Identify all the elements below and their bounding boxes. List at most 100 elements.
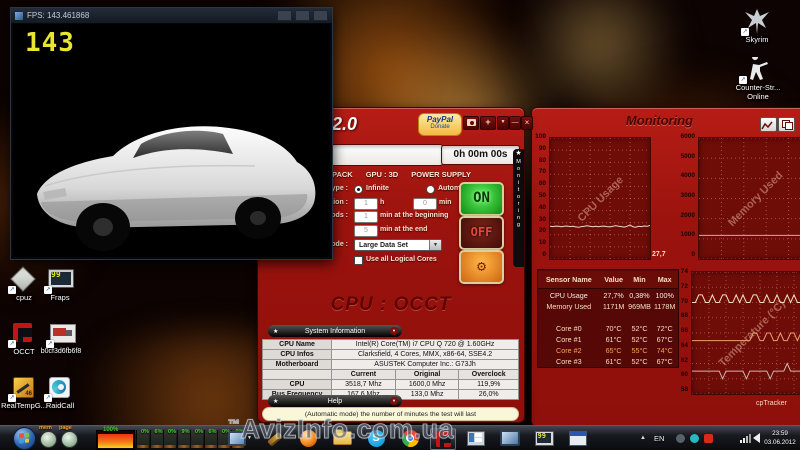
begin-period-input[interactable]: 1 (354, 211, 378, 223)
sysinfo-cell: 133,0 Mhz (394, 389, 460, 400)
axis-tick-label: 58 (680, 386, 688, 393)
move-button[interactable]: + (480, 116, 496, 130)
language-indicator[interactable]: EN (654, 426, 664, 450)
paypal-donate-button[interactable]: PayPal Donate (418, 113, 462, 136)
system-information-header[interactable]: ★ System Information ▼ (268, 325, 402, 337)
core-meter[interactable]: 0% (136, 429, 149, 448)
start-test-button[interactable]: ON (459, 182, 504, 216)
axis-tick-label: 90 (538, 144, 546, 152)
axis-tick-label: 66 (680, 327, 688, 334)
radio-automatic[interactable] (426, 185, 435, 194)
tray-icon-alert[interactable] (704, 426, 713, 450)
window-app-icon (467, 430, 485, 446)
duration-mins-input[interactable]: 0 (413, 198, 437, 210)
render-window-titlebar[interactable]: FPS: 143.461868 (11, 8, 332, 23)
sensor-header: Min (627, 271, 652, 289)
sysinfo-cell: 1600,0 Mhz (394, 379, 460, 390)
volume-control[interactable] (753, 426, 760, 450)
core-percent: 0% (141, 429, 149, 435)
core-percent: 9% (181, 429, 190, 435)
test-title: CPU : OCCT (330, 294, 452, 315)
maximize-button[interactable] (295, 10, 310, 21)
sensor-cell: 52°C (631, 335, 648, 344)
menu-dropdown-button[interactable]: ▼ (497, 116, 509, 130)
desktop-icon-file[interactable]: ↗ b0cf3d6fb6f8 (34, 320, 88, 356)
clock[interactable]: 23:59 03.06.2012 (762, 429, 798, 447)
sensor-cell: Core #2 (556, 346, 582, 355)
meter-ember (177, 445, 190, 448)
settings-button[interactable]: ⚙ (459, 250, 504, 284)
core-meter[interactable]: 0% (190, 429, 203, 448)
chart-options-button[interactable] (760, 117, 777, 132)
taskbar-monitor-app-button[interactable] (498, 428, 522, 448)
watermark-prefix: ™ (228, 417, 241, 432)
tab-gpu-3d[interactable]: GPU : 3D (366, 170, 399, 179)
desktop-icon-fraps[interactable]: 99 ↗ Fraps (36, 266, 84, 303)
copy-graphs-button[interactable] (778, 117, 795, 132)
show-hidden-icons[interactable]: ▲ (640, 426, 646, 450)
axis-tick-label: 62 (680, 356, 688, 364)
sysinfo-cell: CPU (261, 379, 333, 390)
taskbar-window-app-button[interactable] (464, 428, 488, 448)
car-3d-model (37, 126, 316, 251)
close-button[interactable] (313, 10, 328, 21)
minimize-button[interactable] (277, 10, 292, 21)
end-period-input[interactable]: 5 (354, 225, 378, 237)
help-header[interactable]: ★ Help ▼ (268, 395, 402, 407)
gear-icon: ⚙ (476, 257, 487, 275)
shortcut-arrow-icon: ↗ (741, 28, 749, 36)
page-gauge[interactable] (61, 431, 78, 448)
cpu-total-meter[interactable]: 100% (96, 427, 135, 450)
taskbar-fraps-button[interactable]: 99 (532, 428, 556, 448)
sensor-spacer (538, 314, 678, 321)
timer-field: 0h 00m 00s (441, 145, 520, 165)
screenshot-button[interactable] (463, 116, 479, 130)
help-label: Help (327, 397, 343, 405)
desktop-icon-skyrim[interactable]: ↗ Skyrim (733, 8, 781, 45)
camera-icon (466, 119, 476, 126)
monitoring-side-tab[interactable]: ★ Monitoring (513, 149, 524, 267)
cpu-chart-yaxis: 100 90 80 70 60 50 40 30 20 10 0 (532, 133, 546, 258)
start-button[interactable] (13, 427, 36, 450)
core-percent: 6% (154, 429, 163, 435)
logical-cores-checkbox[interactable] (354, 256, 363, 265)
core-meter[interactable]: 9% (176, 429, 190, 448)
tray-icon-raidcall[interactable] (690, 426, 699, 450)
core-meter[interactable]: 6% (203, 429, 217, 448)
axis-tick-label: 6000 (680, 133, 695, 140)
axis-tick-label: 0 (542, 250, 546, 258)
axis-tick-label: 4000 (680, 172, 695, 180)
raidcall-icon (49, 377, 70, 398)
core-meter[interactable]: 0% (163, 429, 176, 448)
tab-cpu-linpack[interactable]: PACK (332, 170, 353, 179)
minimize-button[interactable]: — (509, 116, 521, 130)
sysinfo-cell: Original (394, 369, 460, 380)
network-status[interactable] (740, 426, 751, 450)
raidcall-tray-icon (690, 433, 699, 443)
icon-label: Fraps (50, 293, 70, 302)
close-button[interactable]: × (521, 116, 533, 130)
duration-hours-input[interactable]: 1 (354, 198, 378, 210)
core-meter[interactable]: 6% (149, 429, 163, 448)
axis-tick-label: 74 (680, 268, 688, 275)
stop-test-button[interactable]: OFF (459, 216, 504, 250)
radio-infinite[interactable] (354, 185, 363, 194)
desktop-icon-counterstrike[interactable]: ↗ Counter-Str... Online (729, 56, 787, 101)
icon-label: b0cf3d6fb6f8 (40, 348, 82, 355)
sensor-cell: 1171M (602, 302, 625, 311)
mem-gauge-label: mem (39, 425, 52, 431)
tab-power-supply[interactable]: POWER SUPPLY (411, 170, 471, 179)
sensor-table: Sensor Name Value Min Max CPU Usage 27,7% 0,38… (537, 269, 679, 368)
tray-icon-1[interactable] (676, 426, 685, 450)
test-mode-select[interactable]: Large Data Set ▼ (354, 239, 442, 251)
desktop-icon-raidcall[interactable]: ↗ RaidCall (36, 374, 84, 411)
mem-gauge[interactable] (40, 431, 57, 448)
meter-ember (204, 445, 217, 448)
side-tab-label: Monitoring (515, 159, 522, 229)
language-label: EN (654, 433, 665, 443)
core-percent: 0% (168, 429, 176, 435)
axis-tick-label: 70 (538, 168, 546, 176)
taskbar-fps-app-button[interactable] (566, 428, 590, 448)
occt-version: 2.0 (332, 114, 358, 134)
system-information-table: CPU Name Intel(R) Core(TM) i7 CPU Q 720 @… (261, 339, 519, 400)
